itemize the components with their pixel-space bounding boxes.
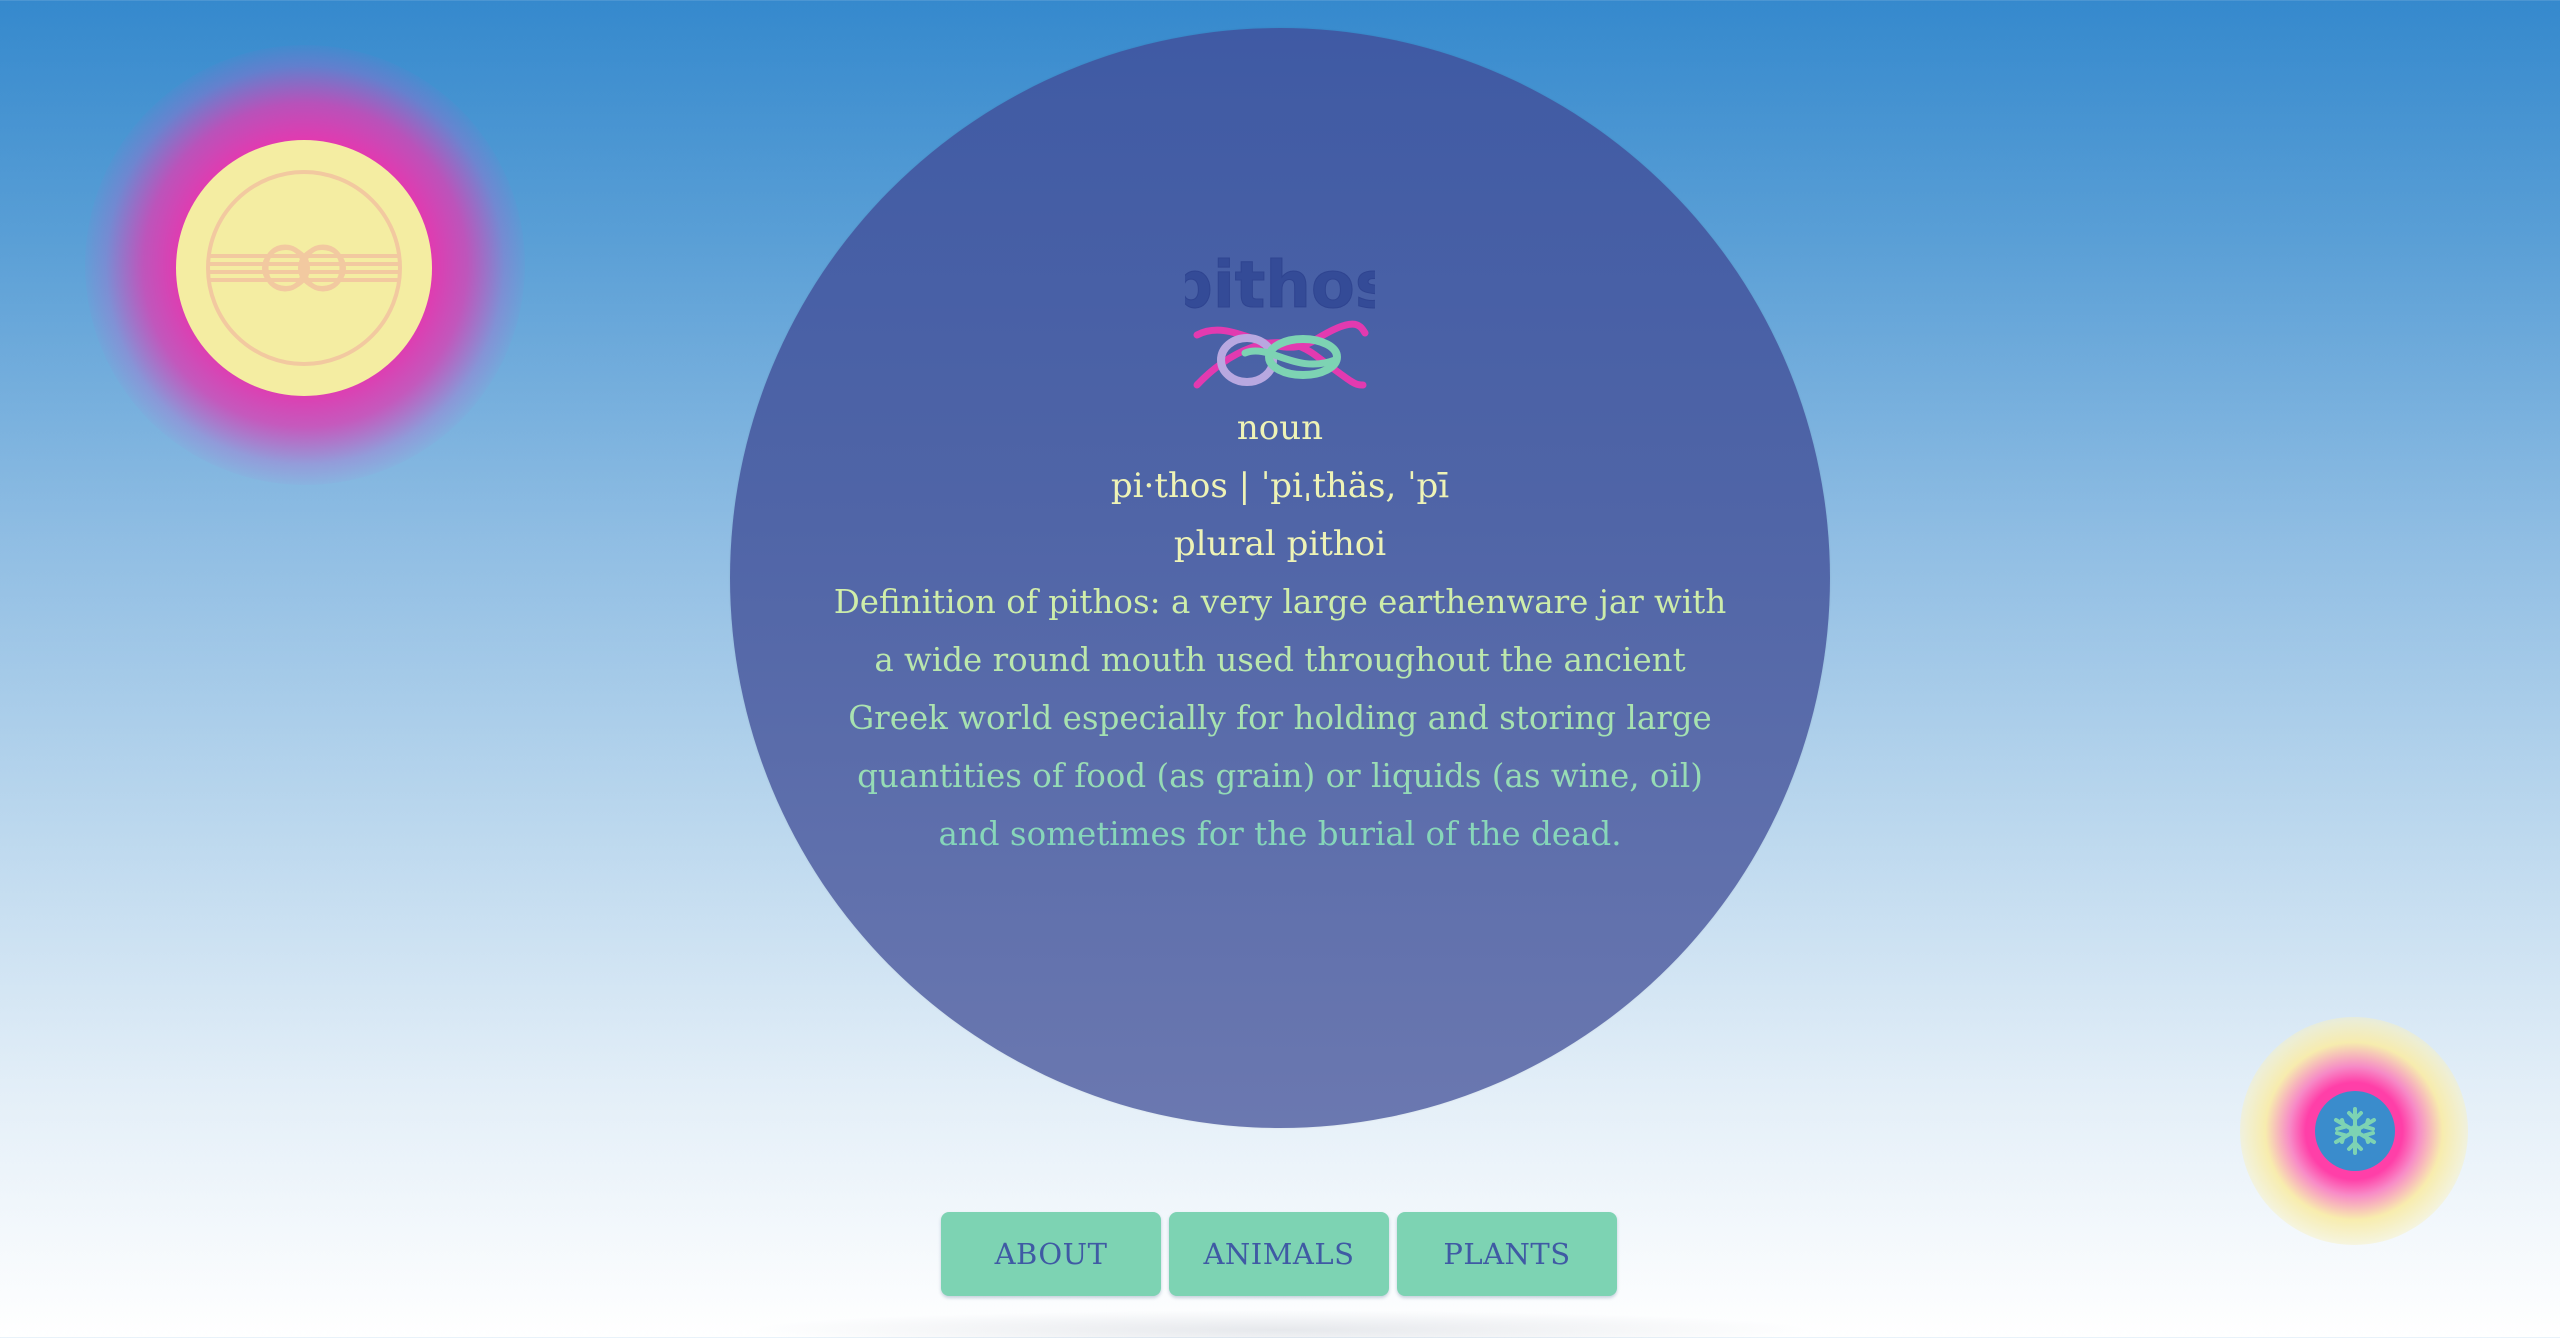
snowflake-icon xyxy=(2334,1107,2376,1155)
animals-button[interactable]: ANIMALS xyxy=(1169,1212,1389,1296)
definition-text: Definition of pithos: a very large earth… xyxy=(830,573,1730,863)
part-of-speech: noun xyxy=(1236,408,1324,448)
logo-wordmark: pithos xyxy=(1185,249,1375,323)
pithos-logo: pithos xyxy=(1185,249,1375,389)
plants-button[interactable]: PLANTS xyxy=(1397,1212,1617,1296)
knot-icon xyxy=(1193,320,1369,389)
main-nav: ABOUT ANIMALS PLANTS xyxy=(941,1212,1617,1296)
flower-emblem[interactable] xyxy=(2315,1091,2395,1171)
bottom-shadow-decoration xyxy=(740,1310,1820,1338)
pronunciation: pi·thos | ˈpiˌthäs, ˈpī xyxy=(1110,466,1450,506)
knot-emblem-icon xyxy=(206,170,402,366)
plural-form: plural pithoi xyxy=(1173,524,1387,564)
about-button[interactable]: ABOUT xyxy=(941,1212,1161,1296)
definition-content: pithos noun pi·thos | ˈpiˌthäs, ˈpī plur… xyxy=(820,245,1740,863)
sun-emblem xyxy=(176,140,432,396)
site-logo[interactable]: pithos xyxy=(820,245,1740,395)
